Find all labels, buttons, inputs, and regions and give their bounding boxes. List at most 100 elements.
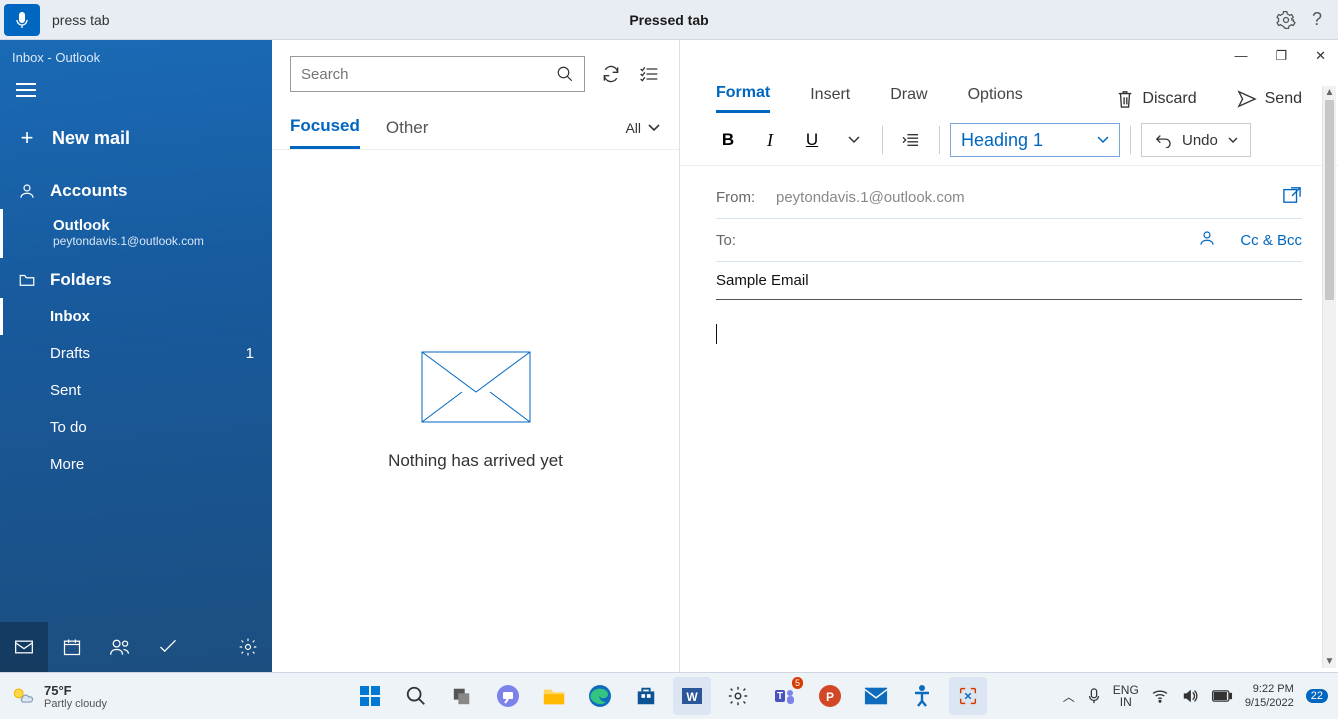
scroll-up-arrow[interactable]: ▲ (1323, 87, 1336, 98)
refresh-button[interactable] (599, 62, 623, 86)
discard-button[interactable]: Discard (1116, 89, 1196, 109)
scroll-down-arrow[interactable]: ▼ (1323, 656, 1336, 667)
nav-mail-button[interactable] (0, 622, 48, 672)
separator (939, 126, 940, 154)
search-input[interactable] (301, 66, 556, 83)
underline-button[interactable]: U (794, 123, 830, 157)
style-dropdown[interactable]: Heading 1 (950, 123, 1120, 157)
explorer-button[interactable] (535, 677, 573, 715)
taskbar-center: W T 5 P (351, 677, 987, 715)
search-icon (556, 65, 574, 83)
accessibility-button[interactable] (903, 677, 941, 715)
search-box[interactable] (290, 56, 585, 92)
folders-header[interactable]: Folders (0, 258, 272, 298)
chevron-down-icon (1097, 136, 1109, 144)
sidebar-bottom-nav (0, 622, 272, 672)
subject-value[interactable]: Sample Email (716, 272, 1302, 289)
powerpoint-button[interactable]: P (811, 677, 849, 715)
snip-icon (957, 685, 979, 707)
clock[interactable]: 9:22 PM 9/15/2022 (1245, 682, 1294, 710)
folder-more[interactable]: More (0, 446, 272, 483)
nav-people-button[interactable] (96, 622, 144, 672)
undo-button[interactable]: Undo (1141, 123, 1251, 157)
store-button[interactable] (627, 677, 665, 715)
compose-fields: From: peytondavis.1@outlook.com To: Cc &… (680, 166, 1338, 300)
account-name: Outlook (53, 217, 254, 234)
to-row[interactable]: To: Cc & Bcc (716, 219, 1302, 262)
scroll-thumb[interactable] (1325, 100, 1334, 300)
folders-label: Folders (50, 270, 111, 290)
send-button[interactable]: Send (1237, 90, 1302, 108)
account-item[interactable]: Outlook peytondavis.1@outlook.com (0, 209, 272, 258)
tab-draw[interactable]: Draw (890, 86, 927, 112)
teams-badge: 5 (792, 677, 803, 689)
font-more-dropdown[interactable] (836, 123, 872, 157)
nav-todo-button[interactable] (144, 622, 192, 672)
notification-count[interactable]: 22 (1306, 689, 1328, 703)
mail-icon (14, 639, 34, 655)
separator (882, 126, 883, 154)
teams-button[interactable]: T 5 (765, 677, 803, 715)
select-mode-button[interactable] (637, 62, 661, 86)
compose-body[interactable] (680, 300, 1338, 672)
start-button[interactable] (351, 677, 389, 715)
hamburger-icon (16, 83, 36, 97)
mic-button[interactable] (4, 4, 40, 36)
gear-icon[interactable] (1276, 10, 1296, 30)
open-new-window-button[interactable] (1282, 186, 1302, 208)
chevron-down-icon (848, 136, 860, 144)
tab-other[interactable]: Other (386, 118, 429, 148)
volume-icon[interactable] (1181, 688, 1199, 704)
taskbar: 75°F Partly cloudy W (0, 672, 1338, 719)
close-button[interactable]: ✕ (1315, 48, 1326, 64)
system-tray: ︿ ENG IN 9:22 PM 9/15/2022 22 (1063, 682, 1328, 710)
search-button[interactable] (397, 677, 435, 715)
filter-dropdown[interactable]: All (625, 120, 661, 146)
message-list-pane: Focused Other All Nothing has arrived ye… (272, 40, 680, 672)
svg-text:P: P (826, 690, 834, 704)
contacts-button[interactable] (1198, 229, 1216, 251)
folder-icon (542, 685, 566, 707)
minimize-button[interactable]: — (1234, 48, 1247, 64)
bold-button[interactable]: B (710, 123, 746, 157)
maximize-button[interactable]: ❐ (1275, 48, 1287, 64)
battery-icon[interactable] (1211, 690, 1233, 702)
word-button[interactable]: W (673, 677, 711, 715)
cc-bcc-button[interactable]: Cc & Bcc (1240, 232, 1302, 249)
mic-tray-icon[interactable] (1087, 688, 1101, 704)
indent-button[interactable] (893, 123, 929, 157)
help-icon[interactable]: ? (1312, 9, 1322, 30)
edge-button[interactable] (581, 677, 619, 715)
task-view-button[interactable] (443, 677, 481, 715)
tab-format[interactable]: Format (716, 84, 770, 113)
accessibility-icon (911, 684, 933, 708)
tab-focused[interactable]: Focused (290, 116, 360, 149)
folder-sent[interactable]: Sent (0, 372, 272, 409)
teams-icon: T (772, 684, 796, 708)
wifi-icon[interactable] (1151, 689, 1169, 703)
chat-button[interactable] (489, 677, 527, 715)
tab-insert[interactable]: Insert (810, 86, 850, 112)
nav-calendar-button[interactable] (48, 622, 96, 672)
folder-todo[interactable]: To do (0, 409, 272, 446)
folder-inbox[interactable]: Inbox (0, 298, 272, 335)
snip-button[interactable] (949, 677, 987, 715)
mail-app-button[interactable] (857, 677, 895, 715)
weather-widget[interactable]: 75°F Partly cloudy (10, 683, 107, 710)
subject-row[interactable]: Sample Email (716, 262, 1302, 300)
language-indicator[interactable]: ENG IN (1113, 684, 1139, 708)
powerpoint-icon: P (818, 684, 842, 708)
hamburger-button[interactable] (0, 71, 272, 115)
italic-button[interactable]: I (752, 123, 788, 157)
folder-drafts[interactable]: Drafts 1 (0, 335, 272, 372)
vertical-scrollbar[interactable]: ▲ ▼ (1322, 86, 1336, 668)
tray-overflow-button[interactable]: ︿ (1063, 688, 1075, 705)
nav-settings-button[interactable] (224, 622, 272, 672)
new-mail-button[interactable]: + New mail (0, 115, 272, 169)
settings-button[interactable] (719, 677, 757, 715)
people-icon (109, 637, 131, 657)
gear-icon (238, 637, 258, 657)
accounts-header[interactable]: Accounts (0, 169, 272, 209)
tab-options[interactable]: Options (968, 86, 1023, 112)
search-icon (405, 685, 427, 707)
